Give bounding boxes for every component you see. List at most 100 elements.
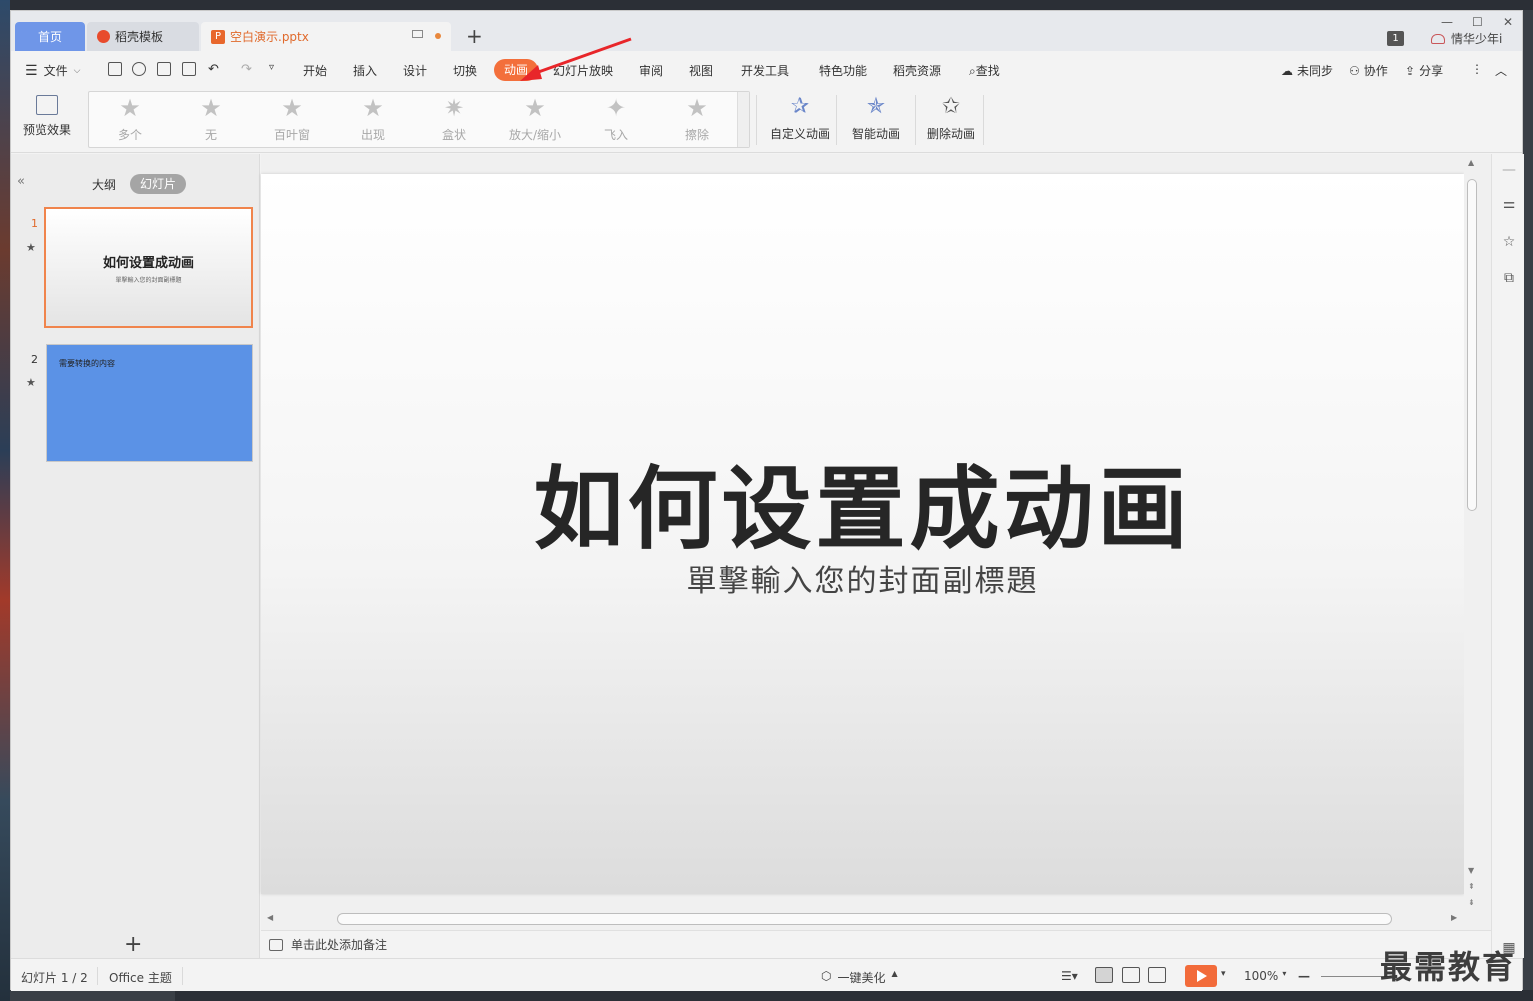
zoom-star-icon: ★: [524, 94, 546, 122]
anim-multiple[interactable]: ★ 多个: [90, 95, 170, 143]
menu-design[interactable]: 设计: [403, 62, 427, 79]
collapse-panel-icon[interactable]: «: [17, 174, 25, 189]
delete-animation-button[interactable]: ✩ 删除动画: [923, 95, 979, 142]
menu-bar: ☰ 文件 ⌵ ↶ ↷ ▿ 开始 插入 设计 切换 动画 幻灯片放映 审阅 视图 …: [11, 51, 1522, 89]
thumb-text: 需要转换的内容: [59, 359, 115, 368]
ribbon-divider: [756, 95, 757, 145]
ribbon-animation: 预览效果 ★ 多个 ★ 无 ★ 百叶窗 ★ 出现 ✷ 盒状 ★ 放大/缩小 ✦ 飞入 ★ 擦除 …: [11, 89, 1522, 153]
user-name: 情华少年i: [1451, 32, 1503, 46]
quick-access-dropdown-icon[interactable]: ▿: [269, 62, 274, 73]
menu-transition[interactable]: 切换: [453, 62, 477, 79]
slide-title[interactable]: 如何设置成动画: [261, 436, 1464, 566]
tab-daoke-label: 稻壳模板: [115, 30, 164, 44]
menu-animation[interactable]: 动画: [494, 59, 538, 81]
custom-animation-button[interactable]: ✰ 自定义动画: [764, 95, 836, 142]
menu-start[interactable]: 开始: [303, 62, 327, 79]
smart-animation-icon: ✯: [866, 94, 886, 119]
menu-search[interactable]: ⌕查找: [969, 62, 1000, 79]
status-divider: [182, 967, 183, 985]
menu-view[interactable]: 视图: [689, 62, 713, 79]
close-icon[interactable]: ✕: [1503, 15, 1513, 29]
notes-placeholder: 单击此处添加备注: [291, 938, 388, 952]
slide-subtitle[interactable]: 單擊輸入您的封面副標題: [261, 556, 1464, 600]
play-options-icon[interactable]: ▾: [1221, 969, 1226, 979]
window-count-badge[interactable]: 1: [1387, 31, 1404, 46]
print-icon[interactable]: [157, 62, 171, 76]
desktop-left-strip: [0, 0, 10, 1001]
share-label: 分享: [1419, 64, 1444, 78]
vertical-scrollbar[interactable]: ▲ ▼ ⇞ ⇟: [1464, 154, 1480, 914]
scroll-left-icon[interactable]: ◀: [267, 913, 273, 922]
ribbon-divider: [836, 95, 837, 145]
anim-appear[interactable]: ★ 出现: [333, 95, 413, 143]
file-menu-button[interactable]: ☰ 文件 ⌵: [25, 62, 80, 79]
slide-thumbnail-2[interactable]: 需要转换的内容: [46, 344, 253, 462]
zoom-dropdown[interactable]: 100% ▾: [1244, 969, 1286, 983]
smart-animation-button[interactable]: ✯ 智能动画: [844, 95, 908, 142]
notes-bar[interactable]: 单击此处添加备注: [261, 930, 1491, 958]
slide-canvas[interactable]: 如何设置成动画 單擊輸入您的封面副標題: [261, 174, 1464, 894]
anim-blinds[interactable]: ★ 百叶窗: [252, 95, 332, 143]
user-account[interactable]: 情华少年i: [1431, 30, 1502, 47]
beautify-button[interactable]: ⬡ 一键美化 ▲: [821, 969, 898, 986]
slide-canvas-area: 如何设置成动画 單擊輸入您的封面副標題 ▲ ▼ ⇞ ⇟ ◀ ▶ 单击此处添加备注: [261, 154, 1491, 958]
scroll-up-icon[interactable]: ▲: [1468, 158, 1474, 167]
menu-slideshow[interactable]: 幻灯片放映: [553, 62, 613, 79]
maximize-icon[interactable]: ☐: [1472, 15, 1483, 29]
menu-daoke-resources[interactable]: 稻壳资源: [893, 62, 941, 79]
theme-name[interactable]: Office 主题: [109, 969, 172, 986]
transition-pane-icon[interactable]: ⧉: [1501, 270, 1517, 286]
properties-icon[interactable]: ⚌: [1501, 196, 1517, 212]
redo-icon[interactable]: ↷: [241, 62, 252, 77]
scroll-down-icon[interactable]: ▼: [1468, 866, 1474, 875]
save-icon[interactable]: [108, 62, 122, 76]
play-slideshow-button[interactable]: [1185, 965, 1217, 987]
print-preview-icon[interactable]: [182, 62, 196, 76]
anim-box[interactable]: ✷ 盒状: [414, 95, 494, 143]
tab-document[interactable]: P 空白演示.pptx: [201, 22, 451, 51]
add-slide-button[interactable]: +: [124, 932, 142, 957]
appear-star-icon: ★: [362, 94, 384, 122]
prev-slide-icon[interactable]: ⇞: [1468, 882, 1475, 891]
menu-features[interactable]: 特色功能: [819, 62, 867, 79]
chevron-up-icon: ▲: [891, 969, 898, 978]
preview-effect-button[interactable]: 预览效果: [19, 95, 75, 138]
anim-wipe[interactable]: ★ 擦除: [657, 95, 737, 143]
undo-icon[interactable]: ↶: [208, 62, 219, 77]
horizontal-scroll-thumb[interactable]: [337, 913, 1392, 925]
anim-zoom[interactable]: ★ 放大/缩小: [495, 95, 575, 143]
tab-daoke[interactable]: 稻壳模板: [87, 22, 199, 51]
anim-fly-in[interactable]: ✦ 飞入: [576, 95, 656, 143]
tab-home-label: 首页: [37, 30, 62, 44]
display-icon[interactable]: [412, 30, 423, 38]
sync-button[interactable]: ☁ 未同步: [1281, 62, 1333, 79]
zoom-out-icon[interactable]: —: [1298, 969, 1310, 983]
gallery-scrollbar[interactable]: [737, 92, 749, 147]
reading-view-icon[interactable]: [1148, 967, 1166, 983]
menu-insert[interactable]: 插入: [353, 62, 377, 79]
menu-developer[interactable]: 开发工具: [741, 62, 789, 79]
next-slide-icon[interactable]: ⇟: [1468, 898, 1475, 907]
normal-view-icon[interactable]: [1095, 967, 1113, 983]
vertical-scroll-thumb[interactable]: [1467, 179, 1477, 511]
share-button[interactable]: ⇪ 分享: [1405, 62, 1443, 79]
tab-home[interactable]: 首页: [15, 22, 85, 51]
tab-outline[interactable]: 大纲: [92, 176, 116, 193]
anim-none[interactable]: ★ 无: [171, 95, 251, 143]
thumb-title: 如何设置成动画: [102, 256, 194, 271]
scroll-right-icon[interactable]: ▶: [1451, 913, 1457, 922]
collab-button[interactable]: ⚇ 协作: [1349, 62, 1388, 79]
slide-sorter-view-icon[interactable]: [1122, 967, 1140, 983]
new-tab-button[interactable]: +: [466, 24, 483, 48]
animation-pane-icon[interactable]: ☆: [1501, 234, 1517, 250]
notes-toggle-icon[interactable]: ☰▾: [1061, 969, 1078, 983]
tab-slides[interactable]: 幻灯片: [130, 174, 186, 194]
export-icon[interactable]: [132, 62, 146, 76]
minimize-icon[interactable]: —: [1441, 15, 1453, 29]
slide-thumbnail-1[interactable]: 如何设置成动画 單擊輸入您的封面副標題: [44, 207, 253, 328]
horizontal-scrollbar[interactable]: ◀ ▶: [261, 910, 1464, 928]
anim-box-label: 盒状: [441, 128, 466, 142]
more-icon[interactable]: ⋮: [1471, 62, 1483, 76]
menu-review[interactable]: 审阅: [639, 62, 663, 79]
collapse-ribbon-icon[interactable]: ︿: [1495, 62, 1507, 79]
